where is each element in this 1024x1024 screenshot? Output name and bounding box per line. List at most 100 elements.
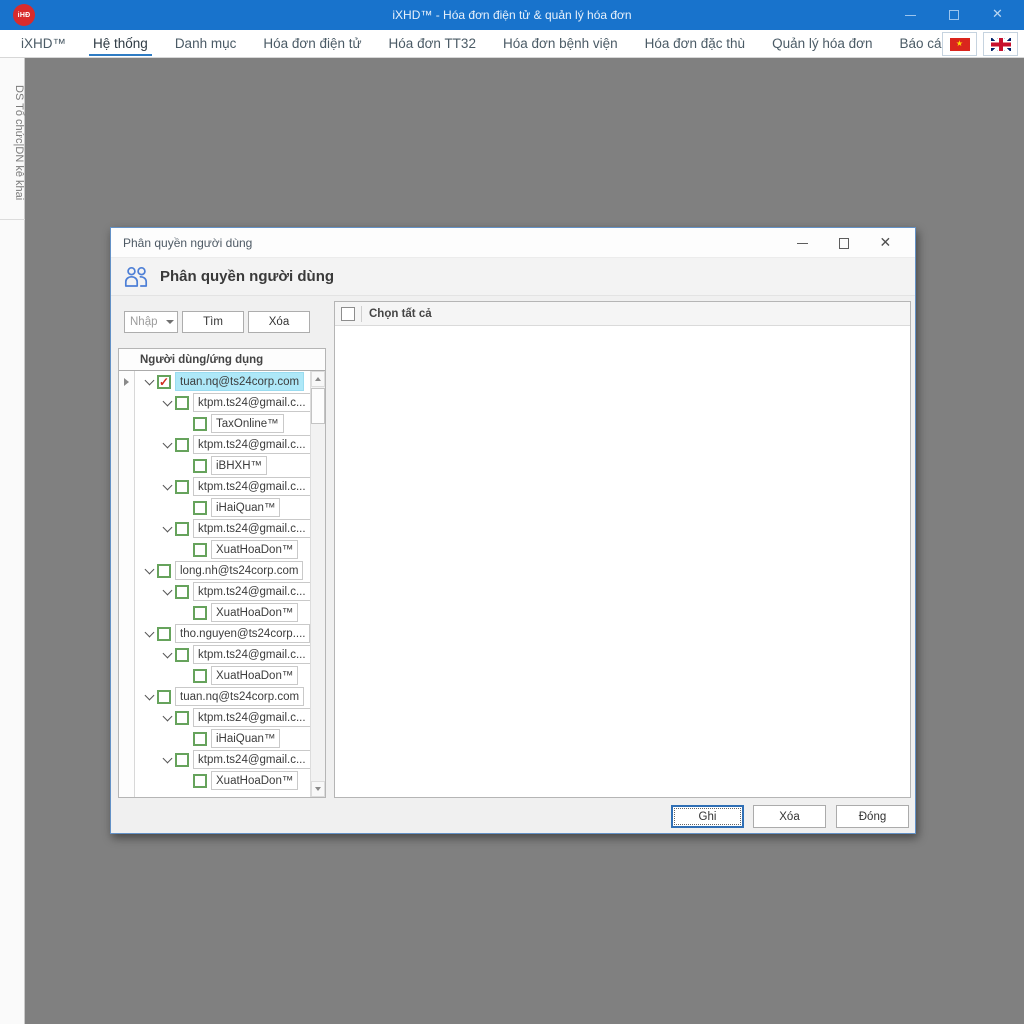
close-button[interactable] xyxy=(976,0,1020,30)
chevron-down-icon[interactable] xyxy=(144,564,154,574)
tree-row[interactable]: ktpm.ts24@gmail.c... xyxy=(136,707,310,728)
tree-row[interactable]: ktpm.ts24@gmail.c... xyxy=(136,749,310,770)
chevron-down-icon[interactable] xyxy=(162,438,172,448)
tree-node-checkbox[interactable] xyxy=(193,732,207,746)
tree-row[interactable]: ktpm.ts24@gmail.c... xyxy=(136,476,310,497)
tree-row[interactable]: iHaiQuan™ xyxy=(136,728,310,749)
tree-row[interactable]: ktpm.ts24@gmail.c... xyxy=(136,644,310,665)
menu-item[interactable]: Quản lý hóa đơn xyxy=(761,30,883,57)
tree-node-checkbox[interactable] xyxy=(193,774,207,788)
tree-node-checkbox[interactable] xyxy=(175,711,189,725)
chevron-down-icon[interactable] xyxy=(162,396,172,406)
tree-node-label[interactable]: iHaiQuan™ xyxy=(211,729,280,748)
tree-row[interactable]: XuatHoaDon™ xyxy=(136,539,310,560)
tree-row[interactable]: ktpm.ts24@gmail.c... xyxy=(136,518,310,539)
tree-node-checkbox[interactable] xyxy=(157,627,171,641)
menu-item[interactable]: Hệ thống xyxy=(82,30,159,57)
tree-row[interactable]: XuatHoaDon™ xyxy=(136,770,310,791)
delete-button[interactable]: Xóa xyxy=(753,805,826,828)
find-button[interactable]: Tìm xyxy=(182,311,244,333)
tree-node-label[interactable]: XuatHoaDon™ xyxy=(211,603,298,622)
menu-item[interactable]: Hóa đơn TT32 xyxy=(378,30,487,57)
tree-row[interactable]: tho.nguyen@ts24corp.... xyxy=(136,623,310,644)
tree-node-checkbox[interactable] xyxy=(193,543,207,557)
tree-node-label[interactable]: tuan.nq@ts24corp.com xyxy=(175,687,304,706)
menu-item[interactable]: Hóa đơn đặc thù xyxy=(634,30,756,57)
maximize-button[interactable] xyxy=(932,0,976,30)
dialog-titlebar[interactable]: Phân quyền người dùng xyxy=(111,228,915,258)
tree-node-checkbox[interactable] xyxy=(193,501,207,515)
tree-node-label[interactable]: ktpm.ts24@gmail.c... xyxy=(193,750,310,769)
tree-row[interactable]: TaxOnline™ xyxy=(136,413,310,434)
tree-row[interactable]: long.nh@ts24corp.com xyxy=(136,560,310,581)
search-type-combobox[interactable]: Nhập xyxy=(124,311,178,333)
tree-node-label[interactable]: tho.nguyen@ts24corp.... xyxy=(175,624,310,643)
chevron-down-icon[interactable] xyxy=(162,522,172,532)
tree-node-label[interactable]: XuatHoaDon™ xyxy=(211,540,298,559)
tree-node-label[interactable]: XuatHoaDon™ xyxy=(211,666,298,685)
scroll-down-button[interactable] xyxy=(311,781,325,797)
tree-node-label[interactable]: ktpm.ts24@gmail.c... xyxy=(193,477,310,496)
chevron-down-icon[interactable] xyxy=(162,480,172,490)
tree-node-checkbox[interactable] xyxy=(175,522,189,536)
scrollbar-thumb[interactable] xyxy=(311,388,325,424)
tree-node-label[interactable]: ktpm.ts24@gmail.c... xyxy=(193,519,310,538)
chevron-down-icon[interactable] xyxy=(162,648,172,658)
close-dialog-button[interactable]: Đóng xyxy=(836,805,909,828)
tree-node-label[interactable]: TaxOnline™ xyxy=(211,414,284,433)
tree-node-checkbox[interactable] xyxy=(193,669,207,683)
tree-node-label[interactable]: tuan.nq@ts24corp.com xyxy=(175,372,304,391)
dialog-minimize-button[interactable] xyxy=(781,228,823,258)
tree-node-checkbox[interactable] xyxy=(175,480,189,494)
tree-node-label[interactable]: ktpm.ts24@gmail.c... xyxy=(193,393,310,412)
tree-node-checkbox[interactable] xyxy=(175,585,189,599)
chevron-down-icon[interactable] xyxy=(144,375,154,385)
tree-node-checkbox[interactable] xyxy=(157,564,171,578)
chevron-down-icon[interactable] xyxy=(144,690,154,700)
tree-row[interactable]: tuan.nq@ts24corp.com xyxy=(136,371,310,392)
tree-node-label[interactable]: long.nh@ts24corp.com xyxy=(175,561,303,580)
tree-node-label[interactable]: iHaiQuan™ xyxy=(211,498,280,517)
tree-node-checkbox[interactable] xyxy=(157,375,171,389)
tree-node-label[interactable]: ktpm.ts24@gmail.c... xyxy=(193,582,310,601)
tree-node-checkbox[interactable] xyxy=(175,438,189,452)
tree-row[interactable]: tuan.nq@ts24corp.com xyxy=(136,686,310,707)
side-tab-ds-to-chuc[interactable]: DS Tổ chức|DN kê khai xyxy=(0,58,25,220)
tree-row[interactable]: iHaiQuan™ xyxy=(136,497,310,518)
tree-node-label[interactable]: ktpm.ts24@gmail.c... xyxy=(193,645,310,664)
tree-scrollbar[interactable] xyxy=(310,371,325,797)
chevron-down-icon[interactable] xyxy=(162,320,177,324)
tree-row[interactable]: XuatHoaDon™ xyxy=(136,602,310,623)
vietnamese-language-button[interactable] xyxy=(942,32,977,56)
tree-node-checkbox[interactable] xyxy=(193,417,207,431)
menu-item[interactable]: Hóa đơn bệnh viện xyxy=(492,30,629,57)
tree-node-label[interactable]: ktpm.ts24@gmail.c... xyxy=(193,435,310,454)
menu-item[interactable]: Hóa đơn điện tử xyxy=(252,30,372,57)
tree-node-label[interactable]: XuatHoaDon™ xyxy=(211,771,298,790)
dialog-maximize-button[interactable] xyxy=(823,228,865,258)
tree-node-checkbox[interactable] xyxy=(193,459,207,473)
select-all-checkbox[interactable] xyxy=(341,307,355,321)
chevron-down-icon[interactable] xyxy=(162,711,172,721)
tree-node-checkbox[interactable] xyxy=(175,396,189,410)
tree-node-checkbox[interactable] xyxy=(175,753,189,767)
tree-row[interactable]: XuatHoaDon™ xyxy=(136,665,310,686)
save-button[interactable]: Ghi xyxy=(671,805,744,828)
chevron-down-icon[interactable] xyxy=(144,627,154,637)
tree-node-checkbox[interactable] xyxy=(193,606,207,620)
tree-node-label[interactable]: iBHXH™ xyxy=(211,456,267,475)
tree-row[interactable]: iBHXH™ xyxy=(136,455,310,476)
chevron-down-icon[interactable] xyxy=(162,585,172,595)
tree-node-checkbox[interactable] xyxy=(175,648,189,662)
tree-node-checkbox[interactable] xyxy=(157,690,171,704)
minimize-button[interactable] xyxy=(888,0,932,30)
tree-row[interactable]: ktpm.ts24@gmail.c... xyxy=(136,434,310,455)
menu-item[interactable]: Danh mục xyxy=(164,30,248,57)
english-language-button[interactable] xyxy=(983,32,1018,56)
scroll-up-button[interactable] xyxy=(311,371,325,387)
menu-item[interactable]: iXHD™ xyxy=(10,30,77,57)
dialog-close-button[interactable] xyxy=(865,228,907,258)
tree-node-label[interactable]: ktpm.ts24@gmail.c... xyxy=(193,708,310,727)
clear-button[interactable]: Xóa xyxy=(248,311,310,333)
tree-row[interactable]: ktpm.ts24@gmail.c... xyxy=(136,581,310,602)
